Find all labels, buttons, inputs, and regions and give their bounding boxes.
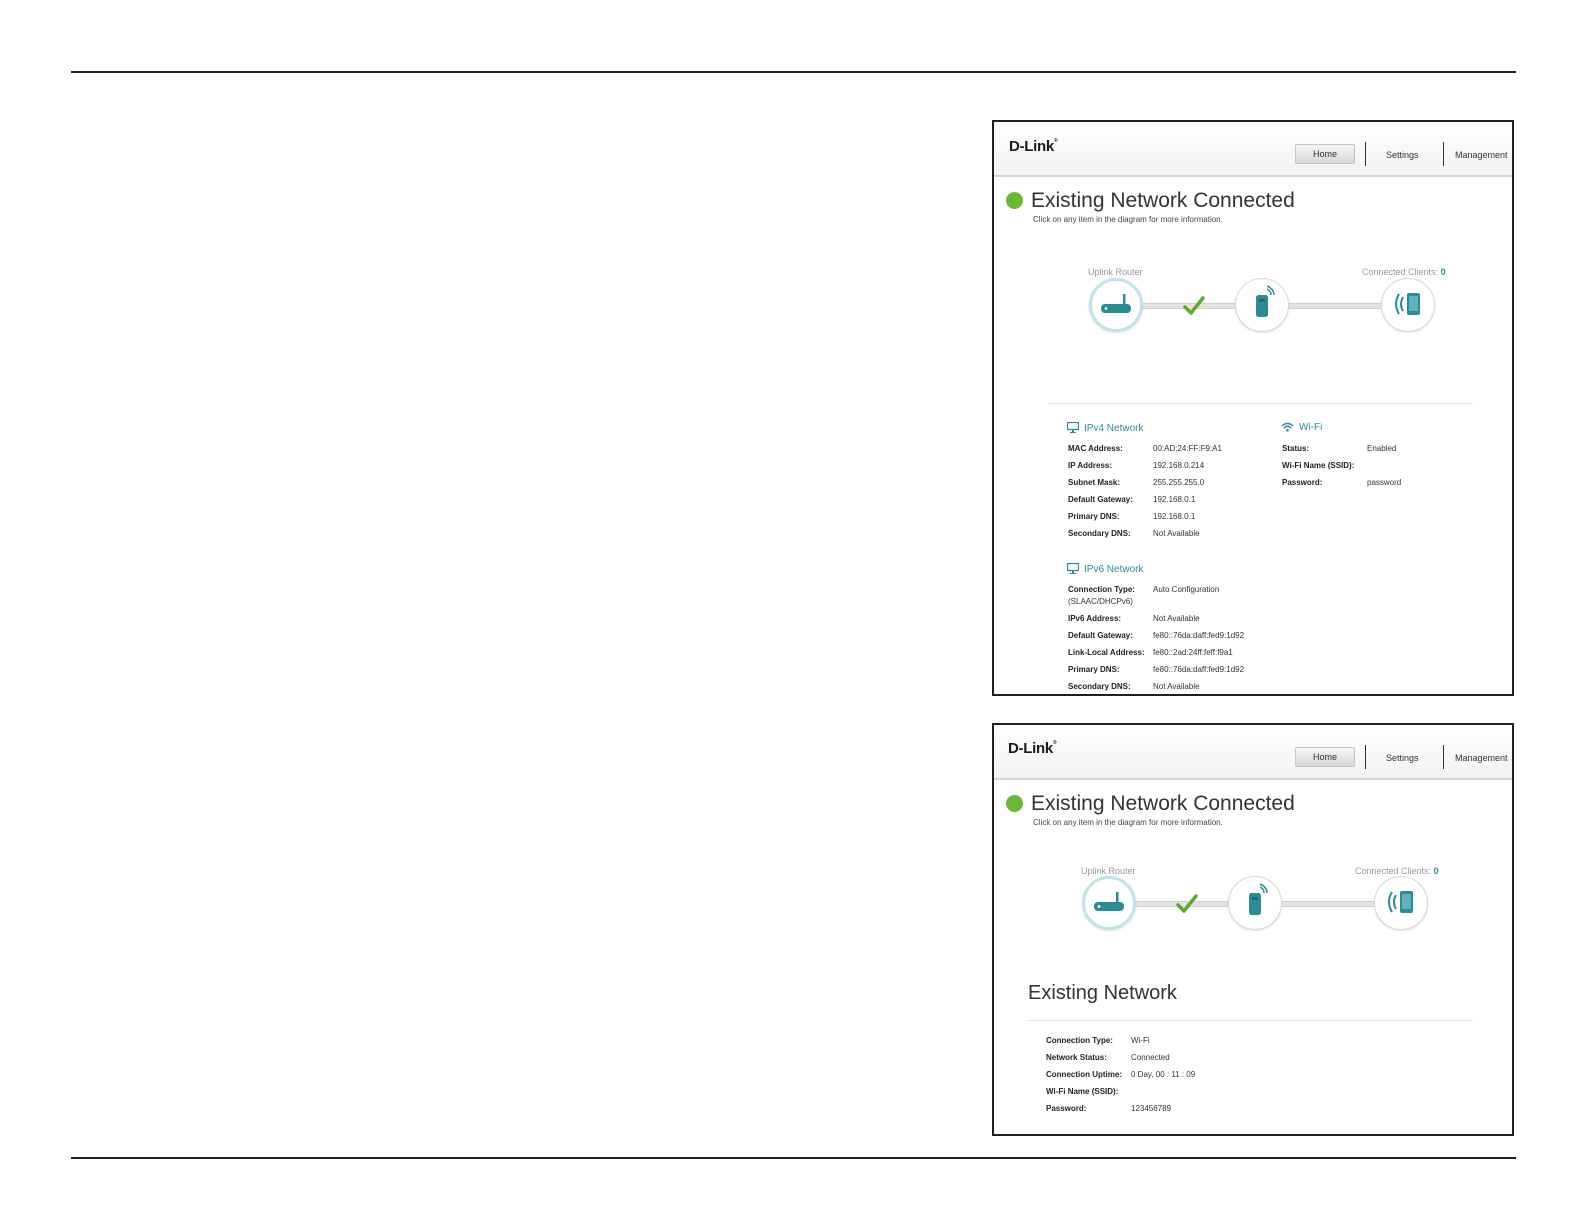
screenshot-existing-network-page: D-Link® Home Settings Management Existin… [992,723,1514,1136]
uplink-router-node[interactable] [1082,876,1136,930]
extender-node[interactable] [1228,876,1282,930]
ipv6-section-title: IPv6 Network [1066,562,1143,575]
screenshot-status-page: D-Link® Home Settings Management Existin… [992,120,1514,696]
router-icon [1101,294,1131,313]
network-monitor-icon [1066,562,1080,574]
extender-icon [1249,883,1268,915]
client-device-icon [1388,891,1413,913]
clients-node[interactable] [1381,278,1435,332]
ipv4-section-title: IPv4 Network [1066,421,1143,434]
clients-node[interactable] [1374,876,1428,930]
router-icon [1094,892,1124,911]
uplink-router-label: Uplink Router [1081,866,1136,876]
connected-check-icon [1176,894,1198,913]
existing-network-title: Existing Network [1028,982,1177,1004]
connected-clients-count: 0 [1440,267,1446,277]
top-rule [71,71,1516,73]
connected-clients-label: Connected Clients: 0 [1355,866,1439,876]
network-monitor-icon [1066,421,1080,433]
uplink-router-node[interactable] [1089,278,1143,332]
bottom-rule [71,1157,1516,1159]
connected-clients-label: Connected Clients: 0 [1362,267,1446,277]
connected-check-icon [1183,296,1205,315]
client-connection-line [1288,303,1383,309]
extender-icon [1256,285,1275,317]
connected-clients-count: 0 [1433,866,1439,876]
client-connection-line [1281,901,1376,907]
network-diagram: Uplink Router Connected Clients: 0 [994,725,1512,955]
section-divider [1028,1020,1473,1021]
section-divider [1048,403,1473,404]
uplink-router-label: Uplink Router [1088,267,1143,277]
extender-node[interactable] [1235,278,1289,332]
client-device-icon [1395,293,1420,315]
wifi-icon [1281,422,1294,432]
network-diagram: Uplink Router Connected Clients: 0 [994,122,1512,352]
wifi-section-title: Wi-Fi [1281,422,1322,433]
